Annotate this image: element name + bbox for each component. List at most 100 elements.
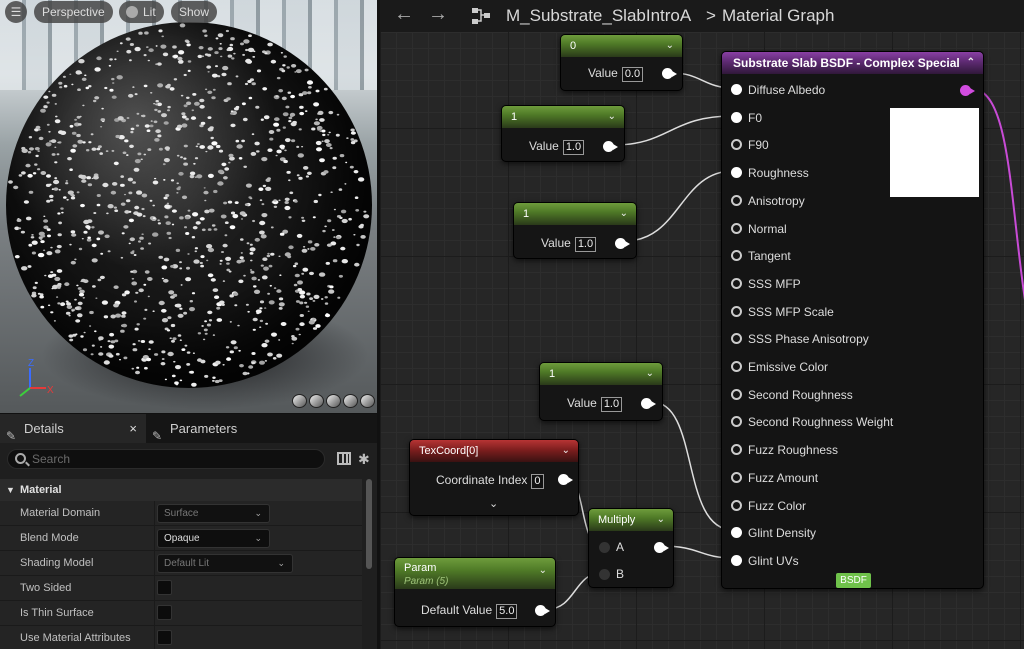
details-scrollbar[interactable] [366,479,372,569]
tab-parameters[interactable]: ✎ Parameters [146,414,243,443]
output-pin[interactable] [558,474,573,485]
chevron-down-icon[interactable]: ⌄ [608,106,616,128]
node-header[interactable]: 0 ⌄ [561,35,682,57]
node-header[interactable]: Multiply ⌄ [589,509,673,531]
substrate-slab-bsdf-node[interactable]: Substrate Slab BSDF - Complex Special ⌃ … [721,51,984,589]
param-node[interactable]: Param Param (5) ⌄ Default Value 5.0 [394,557,556,627]
material-graph[interactable]: ← → M_Substrate_SlabIntroA > Material Gr… [377,0,1024,649]
prop-label: Material Domain [20,507,101,519]
divider [154,626,155,649]
node-header[interactable]: TexCoord[0] ⌄ [410,440,578,462]
chevron-up-icon[interactable]: ⌃ [967,52,975,74]
input-pin[interactable] [731,333,742,345]
input-pin[interactable] [731,554,742,566]
chevron-down-icon[interactable]: ⌄ [666,35,674,57]
table-view-icon[interactable] [337,452,351,465]
value-field[interactable]: 1.0 [574,237,597,252]
input-pin[interactable] [731,361,742,372]
input-pin[interactable] [731,111,742,123]
input-pin[interactable] [731,167,742,179]
viewport-menu-button[interactable]: ☰ [5,1,27,23]
node-header[interactable]: Param Param (5) ⌄ [395,558,555,589]
input-pin[interactable] [731,444,742,456]
output-pin[interactable] [662,68,677,79]
output-pin[interactable] [641,398,656,409]
node-title: Substrate Slab BSDF - Complex Special [733,56,960,70]
input-pin[interactable] [731,222,742,234]
input-pin-b[interactable] [599,569,610,580]
input-label: Diffuse Albedo [748,83,826,97]
value-field[interactable]: 0.0 [621,67,644,82]
chevron-down-icon[interactable]: ⌄ [620,203,628,225]
show-button[interactable]: Show [171,1,218,23]
coordinate-index-field[interactable]: 0 [531,474,544,489]
divider [154,576,155,600]
glint-sparkles [8,23,370,387]
cube-mesh-icon[interactable] [343,394,358,408]
section-title: Material [20,484,62,496]
blend-mode-select[interactable]: Opaque ⌄ [157,529,270,548]
output-pin[interactable] [535,605,550,616]
chevron-down-icon[interactable]: ⌄ [657,509,665,531]
prop-label: Shading Model [20,557,94,569]
cylinder-mesh-icon[interactable] [292,394,307,408]
value-field[interactable]: 1.0 [600,397,623,412]
node-header[interactable]: 1 ⌄ [540,363,662,385]
node-header[interactable]: 1 ⌄ [514,203,636,225]
shading-model-select[interactable]: Default Lit ⌄ [157,554,293,573]
node-header[interactable]: 1 ⌄ [502,106,624,128]
value-label: Value [529,139,559,153]
input-pin[interactable] [731,416,742,428]
gear-icon[interactable]: ✱ [358,451,370,468]
input-pin-a[interactable] [599,542,610,553]
material-attributes-checkbox[interactable] [157,630,172,645]
lit-button[interactable]: Lit [119,1,164,23]
custom-mesh-icon[interactable] [360,394,375,408]
sphere-mesh-icon[interactable] [309,394,324,408]
input-pin[interactable] [731,84,742,95]
input-pin[interactable] [731,139,742,151]
scalar-node-1b[interactable]: 1 ⌄ Value 1.0 [513,202,637,259]
two-sided-checkbox[interactable] [157,580,172,595]
input-pin[interactable] [731,250,742,262]
scalar-node-1a[interactable]: 1 ⌄ Value 1.0 [501,105,625,162]
plane-mesh-icon[interactable] [326,394,341,408]
node-header[interactable]: Substrate Slab BSDF - Complex Special ⌃ [722,52,983,74]
tab-details[interactable]: ✎ Details × [0,414,146,443]
preview-viewport[interactable]: ☰ Perspective Lit Show Z X [0,0,377,413]
preview-mesh-toolbar [292,394,376,410]
output-pin[interactable] [654,542,669,553]
bsdf-output-pin[interactable] [960,85,975,96]
perspective-button[interactable]: Perspective [34,1,113,23]
material-section-header[interactable]: ▼ Material [0,479,362,501]
node-preview-swatch [890,108,979,197]
texcoord-node[interactable]: TexCoord[0] ⌄ Coordinate Index 0 ⌄ [409,439,579,516]
chevron-down-icon[interactable]: ⌄ [489,497,498,510]
chevron-down-icon[interactable]: ⌄ [562,440,570,462]
input-pin[interactable] [731,305,742,317]
output-pin[interactable] [615,238,630,249]
node-title: Multiply [598,514,636,526]
thin-surface-checkbox[interactable] [157,605,172,620]
input-pin[interactable] [731,388,742,400]
input-pin[interactable] [731,277,742,289]
pencil-icon: ✎ [152,429,163,443]
input-pin[interactable] [731,471,742,483]
material-domain-select[interactable]: Surface ⌄ [157,504,270,523]
multiply-node[interactable]: Multiply ⌄ A B [588,508,674,588]
chevron-down-icon[interactable]: ⌄ [539,564,547,578]
select-value: Opaque [164,533,200,544]
input-pin[interactable] [731,527,742,539]
default-value-field[interactable]: 5.0 [496,604,518,619]
input-pin[interactable] [731,194,742,206]
default-value-row: Default Value 5.0 [421,603,518,619]
value-field[interactable]: 1.0 [562,140,585,155]
output-pin[interactable] [603,141,618,152]
search-input[interactable]: Search [7,449,325,469]
chevron-down-icon[interactable]: ⌄ [646,363,654,385]
divider [154,526,155,550]
scalar-node-1c[interactable]: 1 ⌄ Value 1.0 [539,362,663,421]
input-pin[interactable] [731,499,742,511]
close-icon[interactable]: × [129,414,137,443]
scalar-node-0[interactable]: 0 ⌄ Value 0.0 [560,34,683,91]
